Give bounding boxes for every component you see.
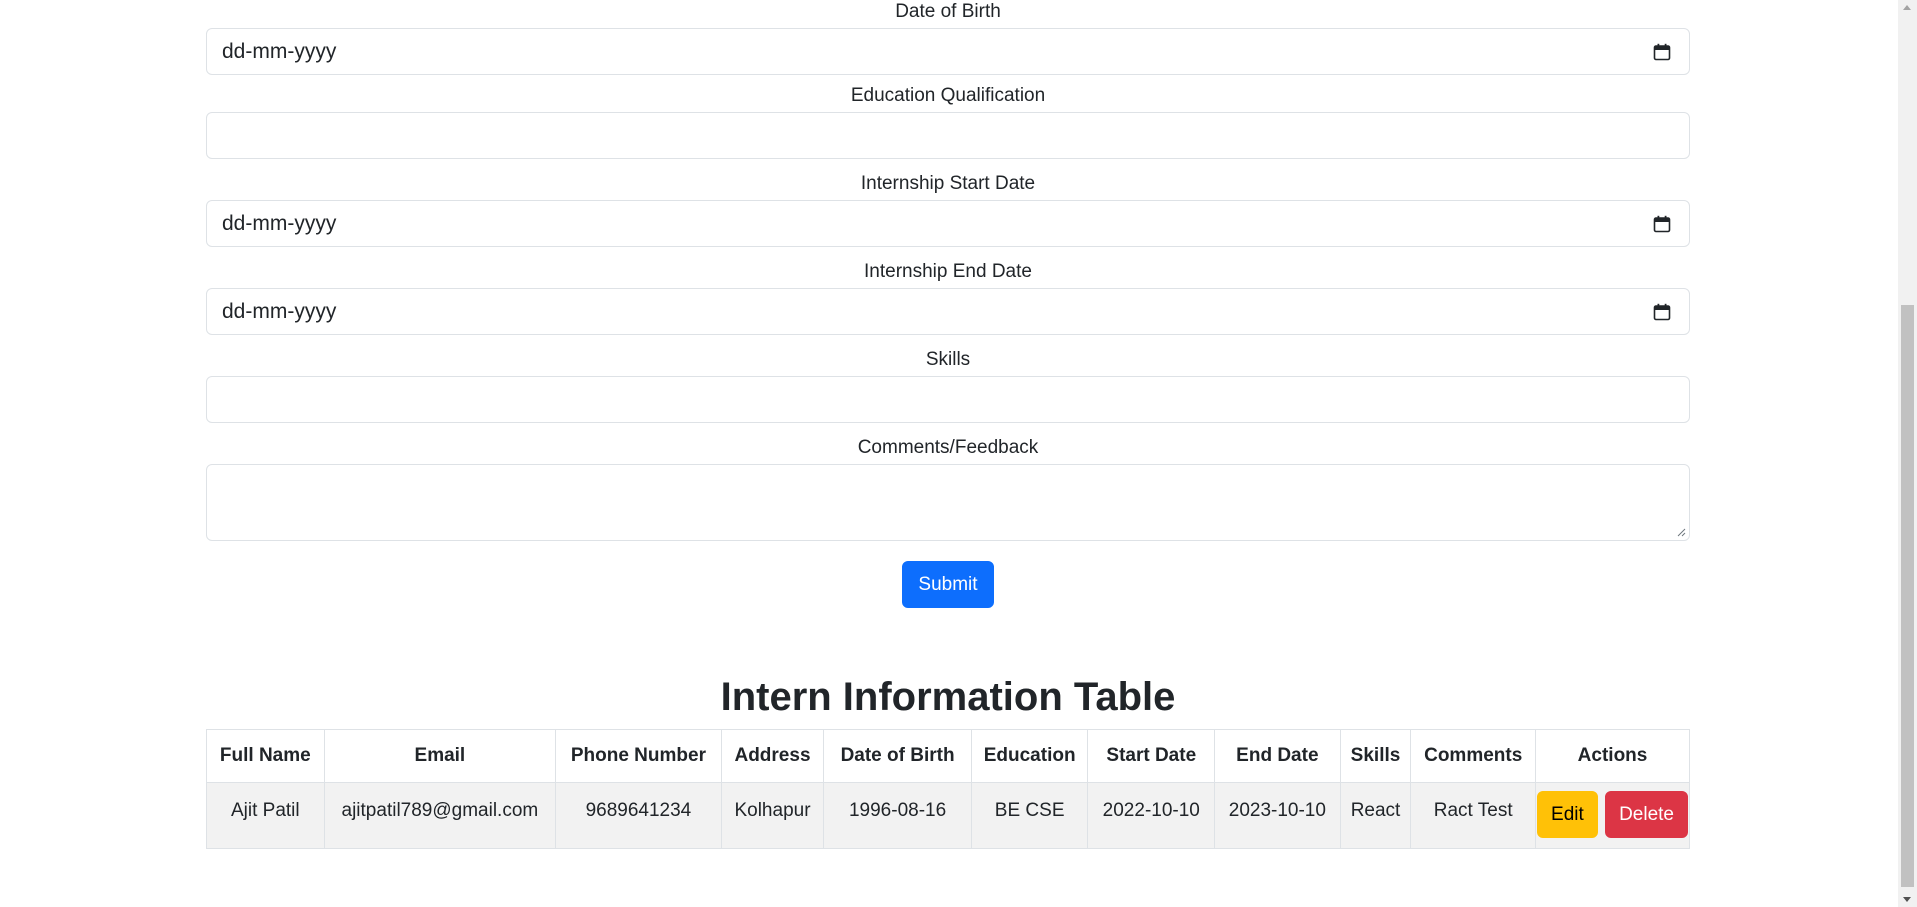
scroll-down-arrow-icon[interactable] <box>1903 897 1911 902</box>
cell-address: Kolhapur <box>720 782 825 849</box>
submit-wrap: Submit <box>206 561 1690 608</box>
scroll-up-arrow-icon[interactable] <box>1903 5 1911 10</box>
cell-education: BE CSE <box>970 782 1089 849</box>
calendar-icon[interactable] <box>1653 303 1671 321</box>
header-address: Address <box>720 729 825 783</box>
cell-phone: 9689641234 <box>555 782 722 849</box>
cell-actions: Edit Delete <box>1535 782 1690 849</box>
end-date-input[interactable]: dd-mm-yyyy <box>206 288 1690 335</box>
submit-button[interactable]: Submit <box>902 561 994 608</box>
intern-table: Full Name Email Phone Number Address Dat… <box>206 729 1690 849</box>
education-input[interactable] <box>206 112 1690 159</box>
header-start-date: Start Date <box>1087 729 1216 783</box>
edit-button[interactable]: Edit <box>1537 791 1598 838</box>
start-date-placeholder: dd-mm-yyyy <box>222 211 337 235</box>
page: Date of Birth dd-mm-yyyy Education Quali… <box>0 0 1898 907</box>
table-row: Ajit Patil ajitpatil789@gmail.com 968964… <box>206 782 1690 849</box>
calendar-icon[interactable] <box>1653 43 1671 61</box>
end-date-placeholder: dd-mm-yyyy <box>222 299 337 323</box>
end-date-label: Internship End Date <box>864 261 1032 282</box>
vertical-scrollbar[interactable] <box>1898 0 1917 907</box>
header-full-name: Full Name <box>206 729 325 783</box>
intern-form: Date of Birth dd-mm-yyyy Education Quali… <box>206 0 1690 608</box>
header-education: Education <box>970 729 1089 783</box>
cell-start-date: 2022-10-10 <box>1087 782 1216 849</box>
skills-label: Skills <box>925 349 971 370</box>
education-label: Education Qualification <box>850 85 1046 106</box>
delete-button[interactable]: Delete <box>1605 791 1688 838</box>
start-date-input[interactable]: dd-mm-yyyy <box>206 200 1690 247</box>
dob-input[interactable]: dd-mm-yyyy <box>206 28 1690 75</box>
cell-full-name: Ajit Patil <box>206 782 325 849</box>
comments-textarea[interactable] <box>206 464 1690 541</box>
table-title: Intern Information Table <box>720 675 1176 719</box>
header-dob: Date of Birth <box>823 729 972 783</box>
table-header-row: Full Name Email Phone Number Address Dat… <box>206 729 1690 783</box>
comments-label: Comments/Feedback <box>857 437 1039 458</box>
cell-comments: Ract Test <box>1410 782 1537 849</box>
header-actions: Actions <box>1535 729 1690 783</box>
dob-placeholder: dd-mm-yyyy <box>222 39 337 63</box>
calendar-icon[interactable] <box>1653 215 1671 233</box>
resize-grip-icon[interactable] <box>1676 527 1686 537</box>
cell-end-date: 2023-10-10 <box>1214 782 1341 849</box>
skills-input[interactable] <box>206 376 1690 423</box>
header-skills: Skills <box>1339 729 1412 783</box>
start-date-label: Internship Start Date <box>860 173 1036 194</box>
dob-label: Date of Birth <box>895 1 1001 22</box>
cell-skills: React <box>1339 782 1412 849</box>
header-email: Email <box>323 729 557 783</box>
header-phone: Phone Number <box>555 729 722 783</box>
header-end-date: End Date <box>1214 729 1341 783</box>
cell-email: ajitpatil789@gmail.com <box>323 782 557 849</box>
scroll-thumb[interactable] <box>1901 305 1914 887</box>
header-comments: Comments <box>1410 729 1537 783</box>
cell-dob: 1996-08-16 <box>823 782 972 849</box>
